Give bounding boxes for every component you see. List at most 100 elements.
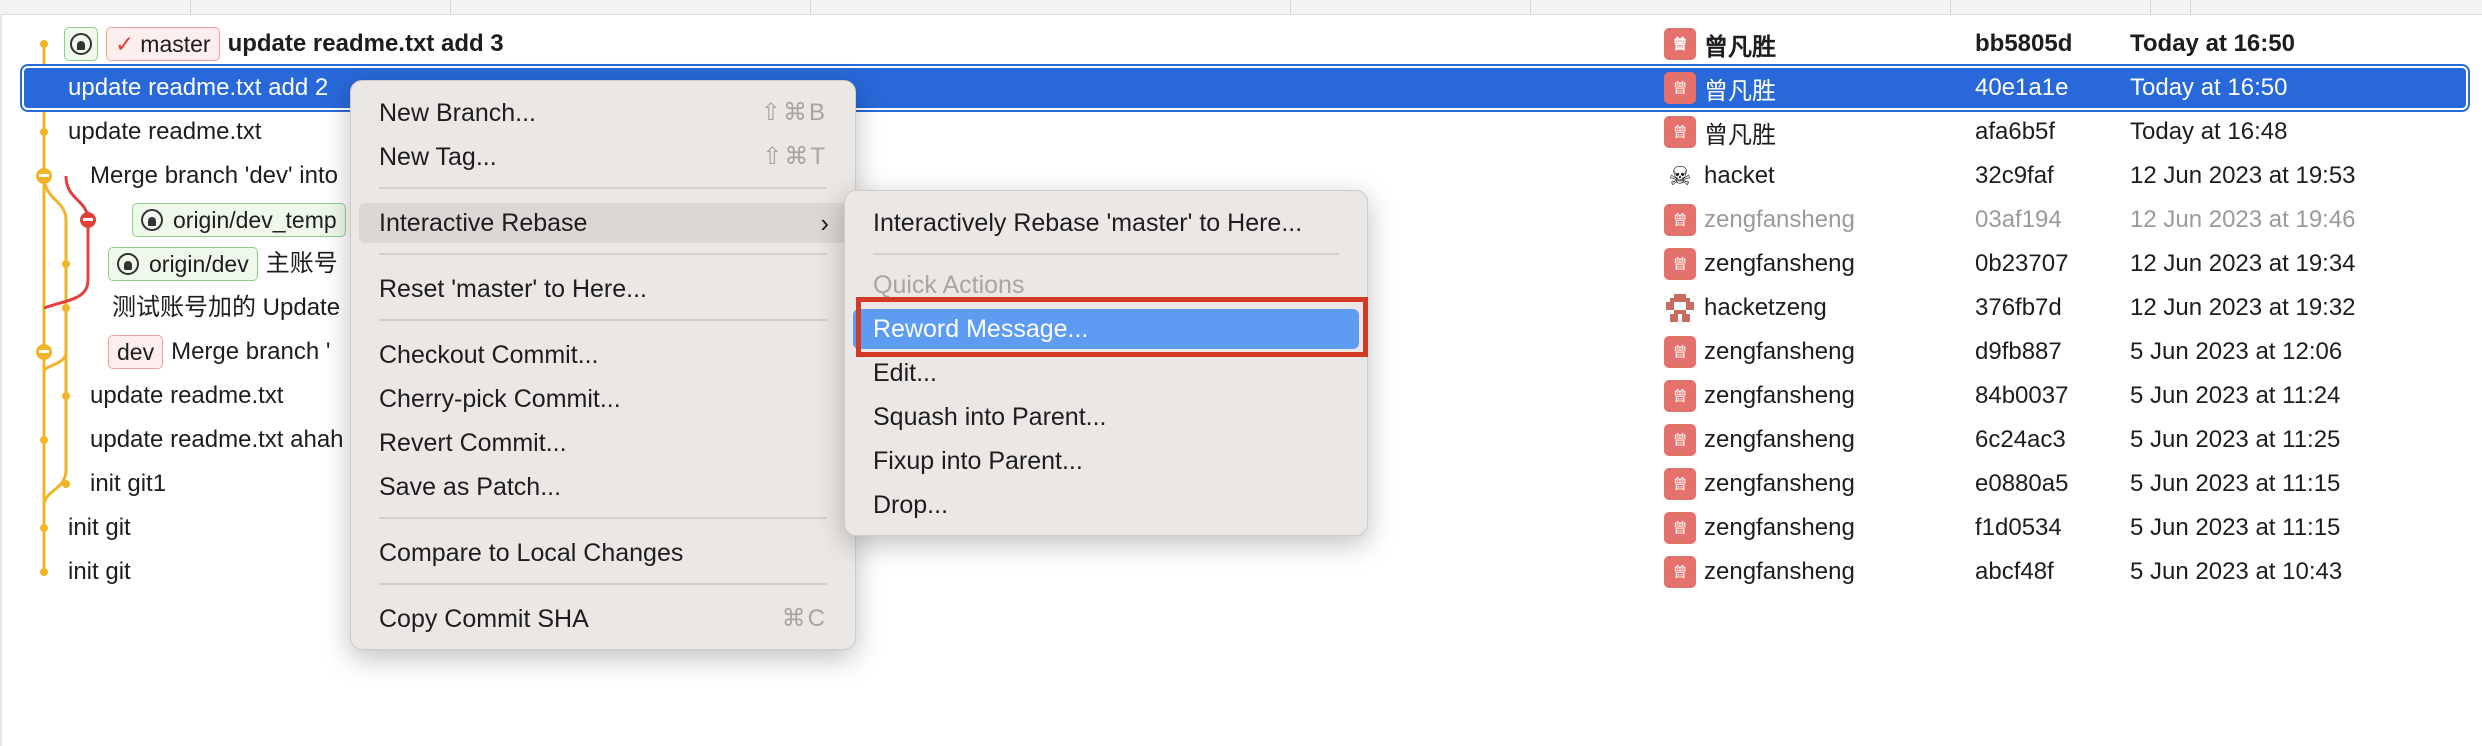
commit-author: zengfansheng [1704,470,1855,497]
commit-message: init git [68,514,131,541]
commit-date: 5 Jun 2023 at 11:25 [2130,426,2341,453]
commit-date: 5 Jun 2023 at 12:06 [2130,338,2343,365]
commit-sha: 84b0037 [1975,382,2069,409]
commit-author: zengfansheng [1704,250,1855,277]
shortcut-label: ⇧⌘T [762,143,827,170]
avatar: 曾 [1664,72,1696,104]
commit-date: 12 Jun 2023 at 19:46 [2130,206,2356,233]
commit-author: zengfansheng [1704,382,1855,409]
commit-author: hacketzeng [1704,294,1827,321]
commit-message: 主账号 [265,250,338,277]
branch-badge-master[interactable]: ✓ master [106,27,220,61]
commit-message: update readme.txt [68,118,262,145]
commit-message: init git [68,558,131,585]
commit-author: 曾凡胜 [1704,33,1776,61]
commit-message: update readme.txt add 3 [227,30,504,57]
github-icon [70,33,92,55]
commit-sha: d9fb887 [1975,338,2062,365]
interactive-rebase-submenu: Interactively Rebase 'master' to Here...… [844,190,1368,536]
commit-sha: 376fb7d [1975,294,2062,321]
menu-item-drop[interactable]: Drop... [853,485,1359,525]
commit-author: zengfansheng [1704,514,1855,541]
menu-item-copy-sha[interactable]: Copy Commit SHA ⌘C [359,599,847,639]
menu-item-reset[interactable]: Reset 'master' to Here... [359,269,847,309]
menu-item-save-patch[interactable]: Save as Patch... [359,467,847,507]
commit-row[interactable]: ✓ master update readme.txt add 3 曾曾凡胜 bb5… [0,22,2482,66]
checkmark-icon: ✓ [115,31,135,57]
avatar: 曾 [1664,116,1696,148]
menu-divider [873,253,1339,255]
commit-message: Merge branch ' [171,338,331,365]
pixel-avatar-icon [1664,292,1696,324]
commit-sha: f1d0534 [1975,514,2062,541]
annotation-highlight-box [856,297,1368,357]
menu-item-new-branch[interactable]: New Branch... ⇧⌘B [359,93,847,133]
commit-date: 5 Jun 2023 at 11:15 [2130,470,2341,497]
menu-item-compare[interactable]: Compare to Local Changes [359,533,847,573]
commit-context-menu: New Branch... ⇧⌘B New Tag... ⇧⌘T Interacti… [350,80,856,650]
menu-divider [379,583,827,585]
commit-date: 5 Jun 2023 at 10:43 [2130,558,2343,585]
chevron-right-icon: › [820,208,829,238]
avatar: 曾 [1664,248,1696,280]
shortcut-label: ⌘C [781,605,827,632]
avatar: 曾 [1664,336,1696,368]
commit-date: 12 Jun 2023 at 19:34 [2130,250,2356,277]
commit-sha: afa6b5f [1975,118,2056,145]
commit-sha: bb5805d [1975,30,2073,57]
commit-author: zengfansheng [1704,558,1855,585]
menu-item-edit[interactable]: Edit... [853,353,1359,393]
menu-item-cherry-pick[interactable]: Cherry-pick Commit... [359,379,847,419]
remote-branch-badge[interactable]: origin/dev [108,247,258,281]
commit-date: 12 Jun 2023 at 19:32 [2130,294,2356,321]
commit-author: 曾凡胜 [1704,121,1776,149]
menu-item-fixup[interactable]: Fixup into Parent... [853,441,1359,481]
menu-divider [379,253,827,255]
branch-badge-dev[interactable]: dev [108,335,164,369]
commit-author: zengfansheng [1704,426,1855,453]
commit-date: 5 Jun 2023 at 11:24 [2130,382,2341,409]
commit-date: Today at 16:48 [2130,118,2288,145]
commit-date: 5 Jun 2023 at 11:15 [2130,514,2341,541]
commit-message: update readme.txt ahah [90,426,344,453]
menu-item-interactive-rebase[interactable]: Interactive Rebase › [359,203,847,243]
menu-item-new-tag[interactable]: New Tag... ⇧⌘T [359,137,847,177]
remote-branch-badge[interactable]: origin/dev_temp [132,203,346,237]
avatar: 曾 [1664,380,1696,412]
github-icon [141,209,163,231]
commit-message: Merge branch 'dev' into [90,162,338,189]
commit-sha: 32c9faf [1975,162,2054,189]
shortcut-label: ⇧⌘B [760,99,827,126]
commit-message: update readme.txt [90,382,284,409]
avatar: 曾 [1664,468,1696,500]
commit-message: 测试账号加的 Update [112,294,341,321]
commit-date: 12 Jun 2023 at 19:53 [2130,162,2356,189]
hacket-avatar-icon: ☠ [1664,160,1696,192]
commit-message: update readme.txt add 2 [68,74,329,101]
commit-author: zengfansheng [1704,206,1855,233]
commit-sha: e0880a5 [1975,470,2069,497]
github-icon [117,253,139,275]
commit-author: 曾凡胜 [1704,77,1776,105]
commit-sha: 40e1a1e [1975,74,2069,101]
avatar: 曾 [1664,204,1696,236]
menu-item-rebase-here[interactable]: Interactively Rebase 'master' to Here... [853,203,1359,243]
commit-sha: abcf48f [1975,558,2054,585]
avatar: 曾 [1664,424,1696,456]
commit-author: hacket [1704,162,1775,189]
menu-item-checkout[interactable]: Checkout Commit... [359,335,847,375]
commit-sha: 03af194 [1975,206,2062,233]
commit-date: Today at 16:50 [2130,30,2295,57]
commit-sha: 6c24ac3 [1975,426,2066,453]
menu-divider [379,517,827,519]
commit-date: Today at 16:50 [2130,74,2288,101]
menu-divider [379,187,827,189]
avatar: 曾 [1664,28,1696,60]
menu-item-squash[interactable]: Squash into Parent... [853,397,1359,437]
avatar: 曾 [1664,512,1696,544]
commit-message: init git1 [90,470,167,497]
commit-author: zengfansheng [1704,338,1855,365]
commit-sha: 0b23707 [1975,250,2069,277]
menu-divider [379,319,827,321]
menu-item-revert[interactable]: Revert Commit... [359,423,847,463]
